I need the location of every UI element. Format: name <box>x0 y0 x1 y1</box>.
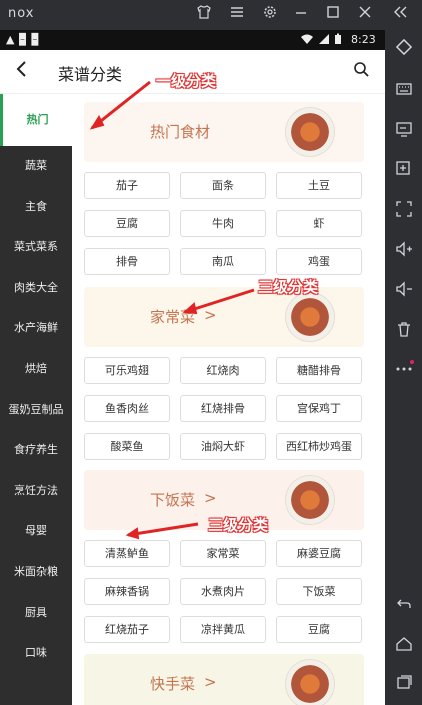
diamond-icon[interactable] <box>392 38 416 62</box>
more-icon[interactable] <box>392 358 416 382</box>
shirt-icon[interactable] <box>193 4 215 26</box>
back-icon[interactable] <box>392 595 416 619</box>
home-icon[interactable] <box>392 635 416 659</box>
menu-icon[interactable] <box>226 4 248 26</box>
fullscreen-icon[interactable] <box>392 200 416 224</box>
recent-apps-icon[interactable] <box>392 673 416 697</box>
add-apk-icon[interactable] <box>392 160 416 184</box>
annotation-level1: 一级分类 <box>156 72 217 90</box>
annotation-level3-b: 三级分类 <box>208 516 269 534</box>
volume-up-icon[interactable] <box>392 240 416 264</box>
annotation-arrows <box>89 80 255 540</box>
maximize-icon[interactable] <box>322 4 344 26</box>
phone-screen: ▲ 🁢 🁢 8:23 菜谱分类 热门 蔬菜 主食 菜式菜系 肉类大全 水产海鲜 烘焙 蛋奶豆制… <box>0 30 385 705</box>
minimize-icon[interactable] <box>290 4 312 26</box>
gear-icon[interactable] <box>259 4 281 26</box>
trash-icon[interactable] <box>392 320 416 344</box>
emulator-window: nox ▲ 🁢 🁢 8:23 菜谱分类 热门 蔬菜 主食 菜式菜系 肉类大全 水… <box>0 0 422 705</box>
screen-icon[interactable] <box>392 120 416 144</box>
volume-down-icon[interactable] <box>392 280 416 304</box>
emulator-sidebar <box>385 30 422 705</box>
collapse-icon[interactable] <box>390 4 412 26</box>
annotation-level3-a: 三级分类 <box>258 278 319 296</box>
nox-logo: nox <box>8 6 35 21</box>
close-icon[interactable] <box>354 4 376 26</box>
emulator-titlebar: nox <box>0 0 422 30</box>
keyboard-icon[interactable] <box>392 80 416 104</box>
